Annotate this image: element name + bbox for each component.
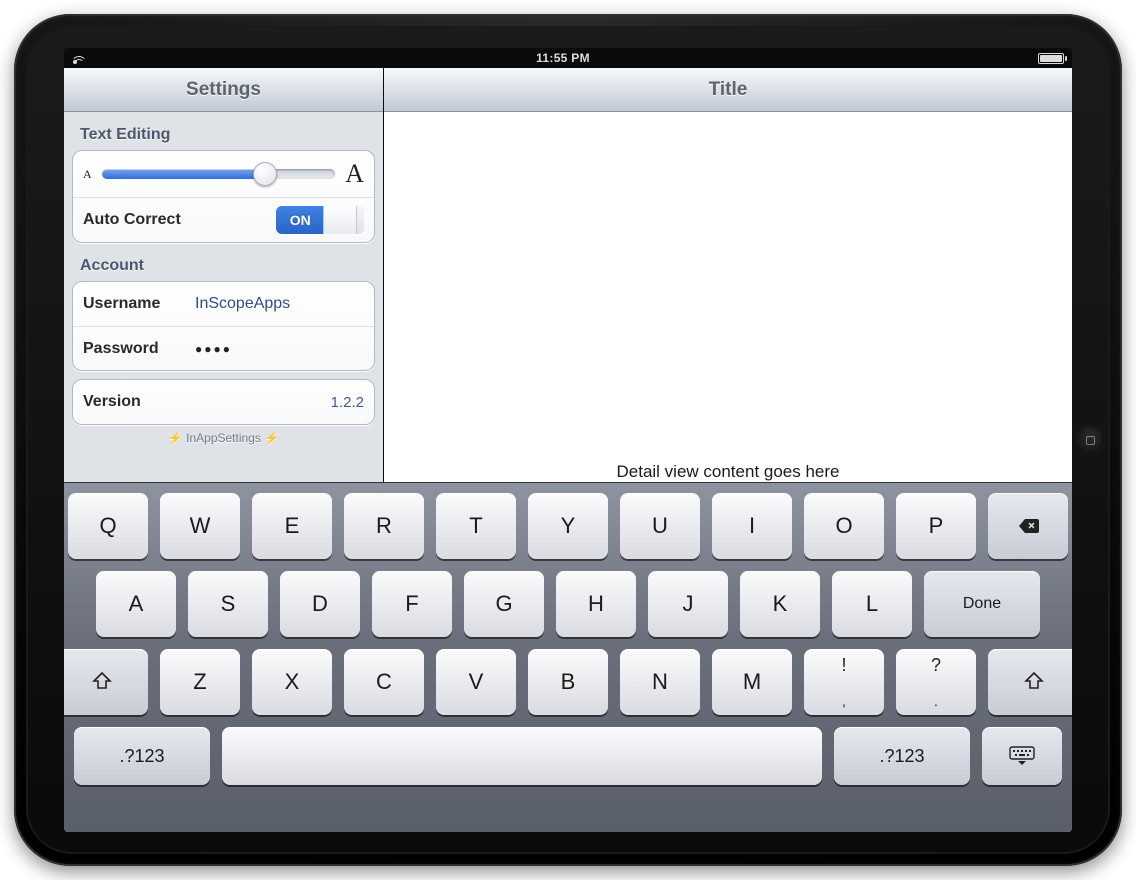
- version-row: Version 1.2.2: [73, 380, 374, 424]
- username-label: Username: [83, 295, 175, 313]
- key-y[interactable]: Y: [528, 493, 608, 559]
- key-i[interactable]: I: [712, 493, 792, 559]
- key-u[interactable]: U: [620, 493, 700, 559]
- key-shift-left[interactable]: [64, 649, 148, 715]
- keyboard-row-3: Z X C V B N M ! , ? .: [74, 649, 1062, 715]
- key-q[interactable]: Q: [68, 493, 148, 559]
- key-d[interactable]: D: [280, 571, 360, 637]
- key-b[interactable]: B: [528, 649, 608, 715]
- key-w[interactable]: W: [160, 493, 240, 559]
- autocorrect-toggle[interactable]: ON: [276, 206, 364, 234]
- footer-credit: ⚡ InAppSettings ⚡: [72, 431, 375, 445]
- account-card: Username Password ●●●●: [72, 281, 375, 371]
- key-numbers-left[interactable]: .?123: [74, 727, 210, 785]
- autocorrect-on-text: ON: [276, 206, 324, 234]
- group-account: Account Username Password ●: [64, 243, 383, 371]
- screen: 11:55 PM Settings Text Editing A: [64, 48, 1072, 832]
- key-h[interactable]: H: [556, 571, 636, 637]
- wifi-icon: [70, 52, 88, 64]
- hide-keyboard-icon: [1008, 746, 1036, 766]
- home-button[interactable]: [1076, 426, 1104, 454]
- group-text-editing: Text Editing A A Auto Correct: [64, 112, 383, 243]
- autocorrect-row: Auto Correct ON: [73, 197, 374, 242]
- key-g[interactable]: G: [464, 571, 544, 637]
- key-r[interactable]: R: [344, 493, 424, 559]
- status-time: 11:55 PM: [88, 51, 1038, 65]
- group-version: Version 1.2.2 ⚡ InAppSettings ⚡: [64, 371, 383, 445]
- key-p[interactable]: P: [896, 493, 976, 559]
- key-f[interactable]: F: [372, 571, 452, 637]
- key-j[interactable]: J: [648, 571, 728, 637]
- font-size-slider-thumb[interactable]: [253, 162, 277, 186]
- password-label: Password: [83, 340, 175, 358]
- key-exclaim-comma[interactable]: ! ,: [804, 649, 884, 715]
- shift-icon: [1022, 670, 1046, 694]
- key-comma: ,: [842, 693, 846, 709]
- master-navbar: Settings: [64, 68, 383, 112]
- version-value: 1.2.2: [331, 394, 364, 411]
- key-t[interactable]: T: [436, 493, 516, 559]
- key-o[interactable]: O: [804, 493, 884, 559]
- font-size-slider-fill: [102, 169, 265, 179]
- key-z[interactable]: Z: [160, 649, 240, 715]
- group-header: Text Editing: [72, 120, 375, 150]
- backspace-icon: [1016, 514, 1040, 538]
- key-numbers-right[interactable]: .?123: [834, 727, 970, 785]
- detail-navbar: Title: [384, 68, 1072, 112]
- detail-title: Title: [709, 79, 748, 101]
- key-period: .: [934, 693, 938, 709]
- status-bar: 11:55 PM: [64, 48, 1072, 68]
- username-field[interactable]: [175, 295, 375, 313]
- keyboard-row-4: .?123 .?123: [74, 727, 1062, 785]
- key-question-period[interactable]: ? .: [896, 649, 976, 715]
- key-question: ?: [931, 655, 941, 676]
- key-c[interactable]: C: [344, 649, 424, 715]
- autocorrect-label: Auto Correct: [83, 211, 181, 229]
- key-m[interactable]: M: [712, 649, 792, 715]
- keyboard-row-2: A S D F G H J K L Done: [74, 571, 1062, 637]
- battery-icon: [1038, 53, 1064, 64]
- keyboard: Q W E R T Y U I O P A S D F G: [64, 482, 1072, 832]
- key-hide-keyboard[interactable]: [982, 727, 1062, 785]
- key-s[interactable]: S: [188, 571, 268, 637]
- key-a[interactable]: A: [96, 571, 176, 637]
- font-size-row: A A: [73, 151, 374, 197]
- key-x[interactable]: X: [252, 649, 332, 715]
- version-card: Version 1.2.2: [72, 379, 375, 425]
- key-l[interactable]: L: [832, 571, 912, 637]
- key-n[interactable]: N: [620, 649, 700, 715]
- bolt-icon: ⚡: [264, 431, 279, 445]
- font-size-large-icon: A: [345, 159, 364, 189]
- key-k[interactable]: K: [740, 571, 820, 637]
- password-row: Password ●●●●: [73, 326, 374, 370]
- key-e[interactable]: E: [252, 493, 332, 559]
- group-header: Account: [72, 251, 375, 281]
- font-size-slider[interactable]: [102, 169, 336, 179]
- key-exclaim: !: [841, 655, 846, 676]
- battery-level: [1040, 55, 1062, 62]
- autocorrect-knob[interactable]: [323, 206, 357, 234]
- footer-text: InAppSettings: [186, 431, 261, 445]
- text-editing-card: A A Auto Correct ON: [72, 150, 375, 243]
- key-backspace[interactable]: [988, 493, 1068, 559]
- password-mask[interactable]: ●●●●: [175, 342, 232, 356]
- bolt-icon: ⚡: [168, 431, 183, 445]
- home-button-glyph: [1086, 436, 1095, 445]
- device-frame: 11:55 PM Settings Text Editing A: [14, 14, 1122, 866]
- master-title: Settings: [186, 79, 261, 101]
- key-v[interactable]: V: [436, 649, 516, 715]
- detail-placeholder: Detail view content goes here: [616, 462, 839, 482]
- shift-icon: [90, 670, 114, 694]
- key-space[interactable]: [222, 727, 822, 785]
- key-done[interactable]: Done: [924, 571, 1040, 637]
- keyboard-row-1: Q W E R T Y U I O P: [74, 493, 1062, 559]
- version-label: Version: [83, 393, 175, 411]
- font-size-small-icon: A: [83, 167, 92, 182]
- key-shift-right[interactable]: [988, 649, 1072, 715]
- username-row: Username: [73, 282, 374, 326]
